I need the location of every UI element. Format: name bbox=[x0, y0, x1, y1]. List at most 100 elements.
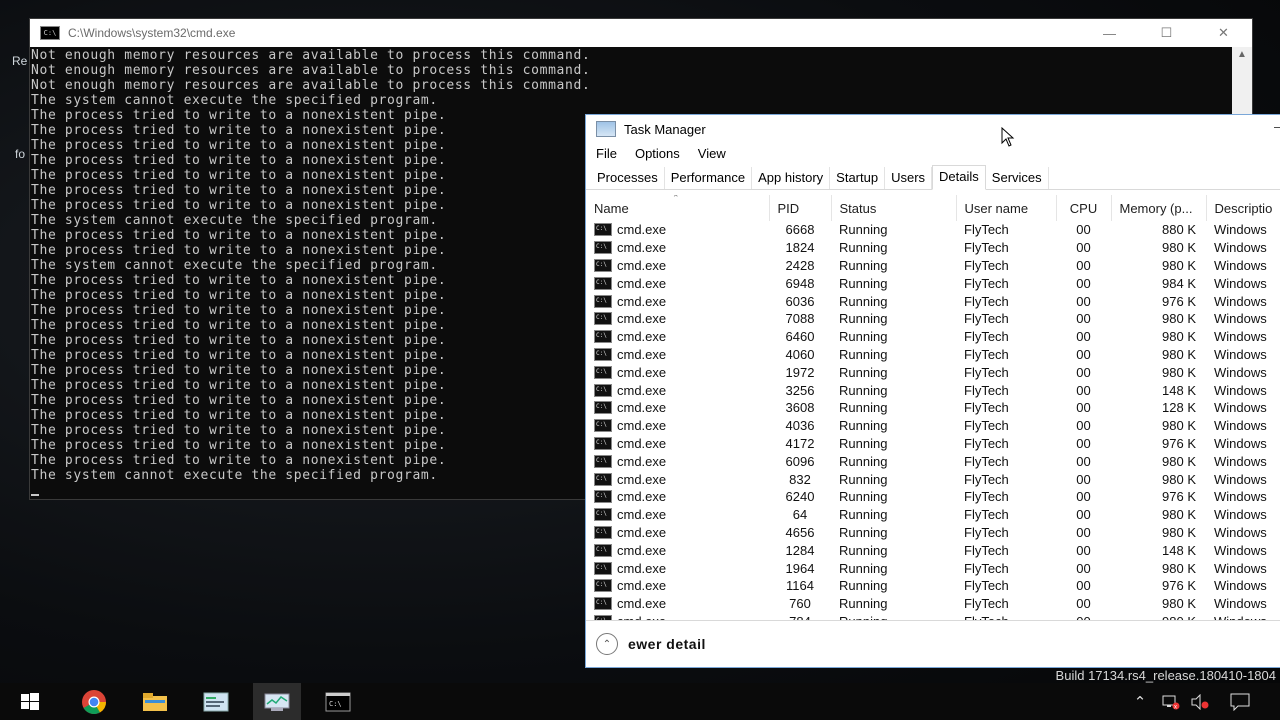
table-row[interactable]: cmd.exe 6460 Running FlyTech 00 980 K Windows bbox=[586, 328, 1280, 346]
tab-processes[interactable]: Processes bbox=[591, 167, 665, 189]
cell-description: Windows bbox=[1214, 329, 1267, 345]
process-name: cmd.exe bbox=[617, 578, 667, 594]
cell-pid: 1284 bbox=[785, 542, 815, 558]
network-icon[interactable]: x bbox=[1157, 683, 1185, 720]
cell-name: cmd.exe bbox=[586, 363, 769, 381]
close-button[interactable]: ✕ bbox=[1195, 19, 1252, 47]
volume-muted-icon[interactable] bbox=[1186, 683, 1214, 720]
cell-name: cmd.exe bbox=[586, 595, 769, 613]
cell-pid: 4060 bbox=[785, 346, 815, 362]
table-row[interactable]: cmd.exe 6096 Running FlyTech 00 980 K Windows bbox=[586, 452, 1280, 470]
tm-tabs: Processes Performance App history Startu… bbox=[586, 165, 1280, 190]
table-row[interactable]: cmd.exe 1964 Running FlyTech 00 980 K Windows bbox=[586, 559, 1280, 577]
table-row[interactable]: cmd.exe 3256 Running FlyTech 00 148 K Windows bbox=[586, 381, 1280, 399]
chevron-up-icon[interactable]: ⌃ bbox=[1126, 683, 1154, 720]
notepad-app-icon[interactable] bbox=[192, 683, 240, 720]
table-row[interactable]: cmd.exe 3608 Running FlyTech 00 128 K Windows bbox=[586, 399, 1280, 417]
console-line: Not enough memory resources are availabl… bbox=[31, 78, 591, 93]
table-row[interactable]: cmd.exe 4060 Running FlyTech 00 980 K Windows bbox=[586, 346, 1280, 364]
col-status[interactable]: Status bbox=[831, 195, 957, 221]
cell-memory: 980 K bbox=[1162, 418, 1196, 434]
task-manager-window[interactable]: Task Manager — File Options View Process… bbox=[585, 114, 1280, 668]
table-row[interactable]: cmd.exe 6240 Running FlyTech 00 976 K Windows bbox=[586, 488, 1280, 506]
col-name[interactable]: Name ⌃ bbox=[586, 195, 770, 221]
tab-details[interactable]: Details bbox=[932, 165, 986, 190]
cmd-app-icon[interactable]: C:\ bbox=[314, 683, 362, 720]
table-row[interactable]: cmd.exe 1284 Running FlyTech 00 148 K Windows bbox=[586, 541, 1280, 559]
cell-pid: 7088 bbox=[785, 311, 815, 327]
col-memory[interactable]: Memory (p... bbox=[1111, 195, 1207, 221]
cell-username: FlyTech bbox=[964, 471, 1009, 487]
cmd-app-icon: C:\ bbox=[40, 26, 60, 40]
table-row[interactable]: cmd.exe 1972 Running FlyTech 00 980 K Windows bbox=[586, 363, 1280, 381]
cell-cpu: 00 bbox=[1076, 507, 1091, 523]
col-description[interactable]: Descriptio bbox=[1206, 195, 1280, 221]
process-name: cmd.exe bbox=[617, 311, 667, 327]
cell-status: Running bbox=[839, 542, 888, 558]
windows-start-icon[interactable] bbox=[6, 683, 54, 720]
menu-options[interactable]: Options bbox=[635, 146, 680, 161]
cell-username: FlyTech bbox=[964, 596, 1009, 612]
tab-services[interactable]: Services bbox=[986, 167, 1049, 189]
cmd-process-icon bbox=[594, 348, 612, 361]
cell-status: Running bbox=[839, 435, 888, 451]
chrome-icon[interactable] bbox=[70, 683, 118, 720]
cell-status: Running bbox=[839, 418, 888, 434]
tab-users[interactable]: Users bbox=[885, 167, 933, 189]
details-grid[interactable]: Name ⌃ PID Status User name CPU Memory (p… bbox=[586, 195, 1280, 621]
table-row[interactable]: cmd.exe 832 Running FlyTech 00 980 K Windows bbox=[586, 470, 1280, 488]
cmd-titlebar[interactable]: C:\ C:\Windows\system32\cmd.exe — ☐ ✕ bbox=[30, 19, 1252, 47]
col-pid[interactable]: PID bbox=[769, 195, 832, 221]
col-username[interactable]: User name bbox=[956, 195, 1057, 221]
cell-status: Running bbox=[839, 560, 888, 576]
menu-view[interactable]: View bbox=[698, 146, 726, 161]
table-row[interactable]: cmd.exe 6036 Running FlyTech 00 976 K Windows bbox=[586, 292, 1280, 310]
table-row[interactable]: cmd.exe 1824 Running FlyTech 00 980 K Windows bbox=[586, 239, 1280, 257]
table-row[interactable]: cmd.exe 1164 Running FlyTech 00 976 K Windows bbox=[586, 577, 1280, 595]
cell-status: Running bbox=[839, 311, 888, 327]
maximize-button[interactable]: ☐ bbox=[1138, 19, 1195, 47]
fewer-details-link[interactable]: ewer detail bbox=[628, 636, 706, 652]
file-explorer-icon[interactable] bbox=[131, 683, 179, 720]
table-row[interactable]: cmd.exe 760 Running FlyTech 00 980 K Windows bbox=[586, 595, 1280, 613]
tm-titlebar[interactable]: Task Manager — bbox=[586, 115, 1280, 143]
table-row[interactable]: cmd.exe 7088 Running FlyTech 00 980 K Windows bbox=[586, 310, 1280, 328]
cell-status: Running bbox=[839, 471, 888, 487]
cmd-process-icon bbox=[594, 312, 612, 326]
tm-minimize-button[interactable]: — bbox=[1274, 119, 1280, 134]
cell-name: cmd.exe bbox=[586, 541, 769, 559]
col-cpu[interactable]: CPU bbox=[1056, 195, 1112, 221]
cell-description: Windows bbox=[1214, 346, 1267, 362]
cmd-process-icon bbox=[594, 436, 612, 450]
menu-file[interactable]: File bbox=[596, 146, 617, 161]
scroll-up-icon[interactable]: ▲ bbox=[1232, 49, 1252, 60]
cell-pid: 2428 bbox=[785, 257, 815, 273]
table-row[interactable]: cmd.exe 6668 Running FlyTech 00 880 K Windows bbox=[586, 221, 1280, 239]
table-row[interactable]: cmd.exe 4656 Running FlyTech 00 980 K Windows bbox=[586, 524, 1280, 542]
cell-memory: 980 K bbox=[1162, 471, 1196, 487]
table-row[interactable]: cmd.exe 64 Running FlyTech 00 980 K Windows bbox=[586, 506, 1280, 524]
tab-startup[interactable]: Startup bbox=[830, 167, 886, 189]
cell-pid: 1824 bbox=[785, 240, 815, 256]
cell-cpu: 00 bbox=[1076, 364, 1091, 380]
chevron-up-icon[interactable]: ⌃ bbox=[596, 633, 618, 655]
tab-performance[interactable]: Performance bbox=[665, 167, 753, 189]
process-name: cmd.exe bbox=[617, 435, 667, 451]
cell-username: FlyTech bbox=[964, 293, 1009, 309]
task-manager-app-icon[interactable] bbox=[253, 683, 301, 720]
table-row[interactable]: cmd.exe 4036 Running FlyTech 00 980 K Windows bbox=[586, 417, 1280, 435]
table-row[interactable]: cmd.exe 6948 Running FlyTech 00 984 K Windows bbox=[586, 274, 1280, 292]
cell-pid: 6240 bbox=[785, 489, 815, 505]
cell-description: Windows bbox=[1214, 257, 1267, 273]
cell-username: FlyTech bbox=[964, 346, 1009, 362]
cell-name: cmd.exe bbox=[586, 292, 769, 310]
cell-description: Windows bbox=[1214, 507, 1267, 523]
notification-icon[interactable] bbox=[1226, 683, 1254, 720]
tab-app-history[interactable]: App history bbox=[752, 167, 831, 189]
table-row[interactable]: cmd.exe 4172 Running FlyTech 00 976 K Windows bbox=[586, 435, 1280, 453]
cell-username: FlyTech bbox=[964, 453, 1009, 469]
process-name: cmd.exe bbox=[617, 542, 667, 558]
minimize-button[interactable]: — bbox=[1081, 19, 1138, 47]
table-row[interactable]: cmd.exe 2428 Running FlyTech 00 980 K Windows bbox=[586, 257, 1280, 275]
cmd-process-icon bbox=[594, 383, 612, 397]
